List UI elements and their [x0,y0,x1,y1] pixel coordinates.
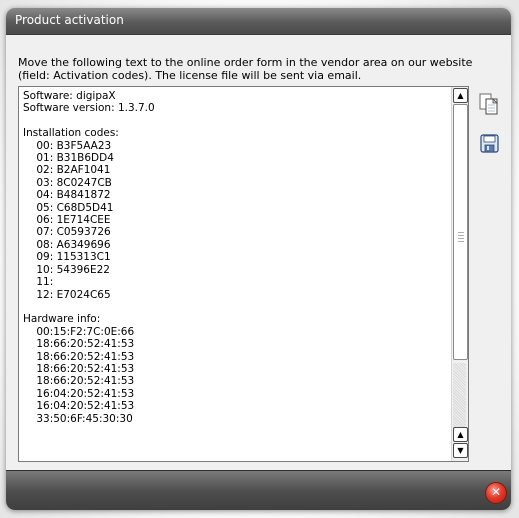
title-bar[interactable]: Product activation [6,8,511,35]
activation-text-area[interactable]: Software: digipaX Software version: 1.3.7… [18,86,469,462]
instructions-text: Move the following text to the online or… [18,56,473,82]
scrollbar-thumb[interactable] [453,104,468,360]
product-activation-dialog: Product activation Move the following te… [6,8,511,510]
text-line: Hardware info: [23,313,101,326]
text-line: 06: 1E714CEE [23,214,111,227]
text-line: 00:15:F2:7C:0E:66 [23,325,135,338]
scrollbar-track[interactable] [453,363,466,433]
text-line [23,115,448,127]
scroll-down-button[interactable]: ▼ [453,443,468,458]
text-line: 18:66:20:52:41:53 [23,362,135,375]
text-line: Installation codes: [23,127,119,140]
close-icon[interactable]: ✕ [485,482,507,504]
text-line: 07: C0593726 [23,226,111,239]
text-line: 00: B3F5AA23 [23,139,112,152]
text-line: 09: 115313C1 [23,251,111,264]
save-icon[interactable] [479,132,501,156]
text-line: 10: 54396E22 [23,263,110,276]
scrollbar-grip [458,232,464,242]
bottom-bar [6,470,511,510]
text-line [23,301,448,313]
text-line: 18:66:20:52:41:53 [23,338,135,351]
text-line: 11: [23,276,54,289]
text-line: 16:04:20:52:41:53 [23,387,135,400]
scroll-up-button-lower[interactable]: ▲ [453,427,468,442]
text-line: 16:04:20:52:41:53 [23,400,135,413]
scroll-up-button[interactable]: ▲ [453,88,468,103]
text-line: 33:50:6F:45:30:30 [23,412,133,425]
text-line: 08: A6349696 [23,238,111,251]
text-line: 18:66:20:52:41:53 [23,375,135,388]
copy-icon[interactable] [478,92,500,116]
text-line: 05: C68D5D41 [23,201,114,214]
text-line: Software version: 1.3.7.0 [23,102,155,115]
text-line: 03: 8C0247CB [23,176,112,189]
text-line: 18:66:20:52:41:53 [23,350,135,363]
text-line: 01: B31B6DD4 [23,152,114,165]
text-line: 04: B4841872 [23,189,111,202]
text-line: Software: digipaX [23,90,116,102]
activation-text-content[interactable]: Software: digipaX Software version: 1.3.7… [19,87,448,425]
text-line: 02: B2AF1041 [23,164,111,177]
vertical-scrollbar[interactable]: ▲ ▲ ▼ [451,87,468,461]
text-line: 12: E7024C65 [23,288,111,301]
window-title: Product activation [15,13,124,27]
